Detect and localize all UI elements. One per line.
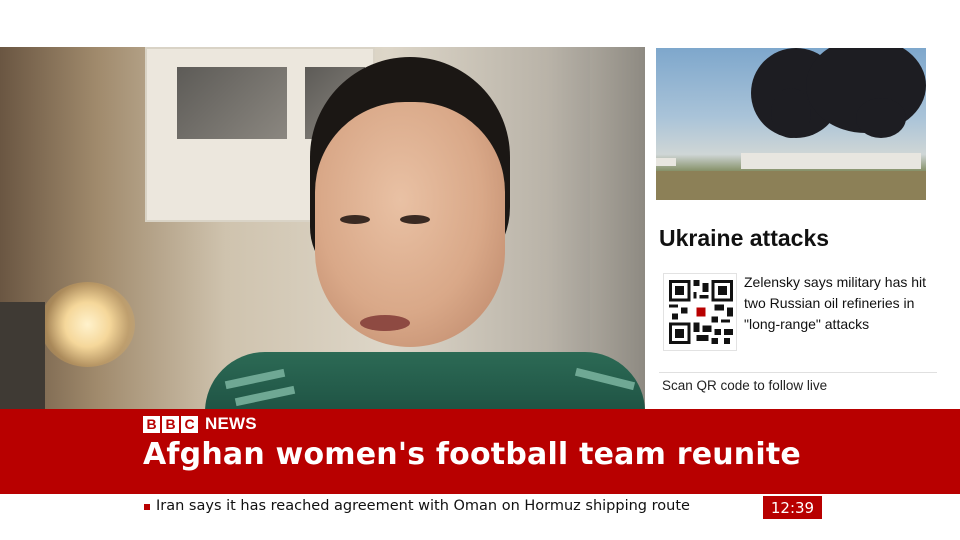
side-panel-heading: Ukraine attacks [659,225,830,251]
logo-letter: B [162,415,179,433]
bbc-news-logo: B B C NEWS [143,414,257,434]
smoke-over-refinery-image [656,48,926,200]
side-panel: Ukraine attacks Zelensky says military h… [645,47,940,409]
green-shirt [205,352,645,409]
clock: 12:39 [763,496,822,519]
side-panel-divider [659,372,937,373]
news-ticker: Iran says it has reached agreement with … [0,494,960,522]
ticker-text: Iran says it has reached agreement with … [156,498,690,514]
side-panel-story: Zelensky says military has hit two Russi… [744,274,927,332]
ticker-bullet-icon [144,504,150,510]
live-video-frame [0,47,645,409]
background-lamp [40,282,135,367]
logo-news-label: NEWS [205,414,257,433]
main-headline: Afghan women's football team reunite [143,437,801,472]
background-sofa [0,302,45,409]
logo-letter: B [143,415,160,433]
headline-banner: B B C NEWS Afghan women's football team … [0,409,960,494]
qr-caption: Scan QR code to follow live [662,378,828,393]
interviewee [205,57,645,409]
qr-code-icon[interactable] [663,273,737,351]
logo-letter: C [181,415,198,433]
